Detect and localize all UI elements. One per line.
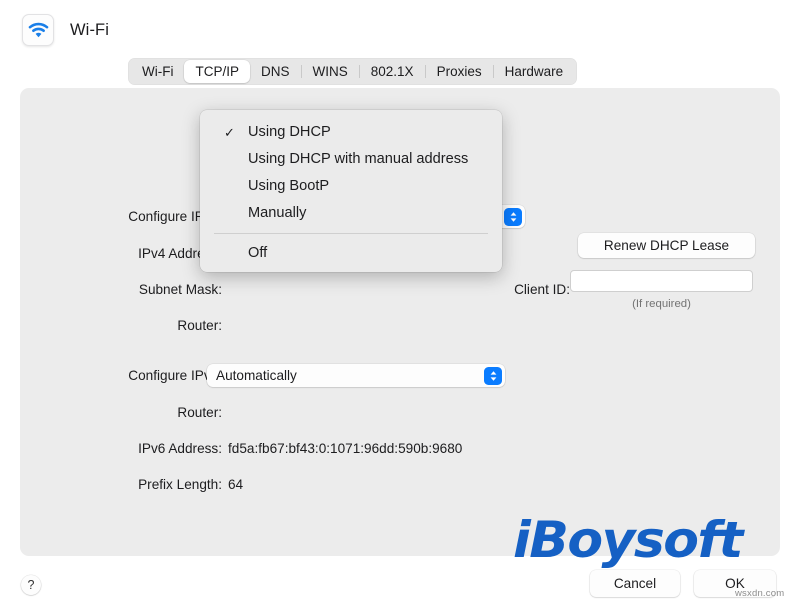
tab-hardware[interactable]: Hardware (494, 60, 575, 83)
dhcp-client-id-field[interactable] (570, 270, 753, 292)
menu-item-using-dhcp-manual-address[interactable]: Using DHCP with manual address (200, 146, 502, 173)
menu-item-label: Using DHCP (248, 124, 331, 140)
tab-proxies[interactable]: Proxies (426, 60, 493, 83)
configure-ipv6-value: Automatically (216, 368, 297, 383)
tab-dns[interactable]: DNS (250, 60, 301, 83)
configure-ipv6-popup-button[interactable]: Automatically (207, 364, 505, 387)
menu-item-manually[interactable]: Manually (200, 200, 502, 227)
menu-item-label: Using DHCP with manual address (248, 151, 469, 167)
window-title-row: Wi-Fi (22, 14, 109, 46)
ipv6-router-label: Router: (177, 405, 222, 420)
site-watermark: wsxdn.com (735, 588, 785, 599)
ipv4-router-label: Router: (177, 318, 222, 333)
dhcp-client-id-input[interactable] (571, 271, 752, 291)
subnet-mask-label: Subnet Mask: (138, 282, 222, 297)
tab-8021x[interactable]: 802.1X (360, 60, 425, 83)
menu-item-using-dhcp[interactable]: ✓ Using DHCP (200, 119, 502, 146)
tab-wifi[interactable]: Wi-Fi (131, 60, 184, 83)
menu-item-off[interactable]: Off (200, 240, 502, 267)
ipv6-address-value: fd5a:fb67:bf43:0:1071:96dd:590b:9680 (228, 441, 463, 456)
configure-ipv6-label: Configure IPv6: (128, 368, 222, 383)
help-button[interactable]: ? (21, 575, 41, 595)
menu-separator (214, 233, 488, 234)
client-id-hint: (If required) (632, 298, 691, 310)
prefix-length-value: 64 (228, 477, 244, 492)
tab-wins[interactable]: WINS (302, 60, 359, 83)
page-title: Wi-Fi (70, 20, 109, 39)
renew-dhcp-lease-button[interactable]: Renew DHCP Lease (578, 233, 755, 258)
menu-item-using-bootp[interactable]: Using BootP (200, 173, 502, 200)
chevron-updown-icon (504, 207, 522, 226)
settings-tab-bar[interactable]: Wi-Fi TCP/IP DNS WINS 802.1X Proxies Har… (128, 58, 578, 85)
tab-tcpip[interactable]: TCP/IP (184, 60, 250, 83)
menu-item-label: Using BootP (248, 178, 330, 194)
menu-item-label: Manually (248, 205, 307, 221)
configure-ipv4-menu[interactable]: ✓ Using DHCP Using DHCP with manual addr… (200, 110, 502, 272)
wifi-icon (22, 14, 54, 46)
prefix-length-label: Prefix Length: (138, 477, 222, 492)
chevron-updown-icon (484, 366, 502, 385)
menu-item-label: Off (248, 245, 268, 261)
ipv6-address-label: IPv6 Address: (138, 441, 222, 456)
cancel-button[interactable]: Cancel (590, 570, 680, 597)
checkmark-icon: ✓ (224, 125, 235, 140)
dhcp-client-id-label: Client ID: (514, 282, 570, 297)
